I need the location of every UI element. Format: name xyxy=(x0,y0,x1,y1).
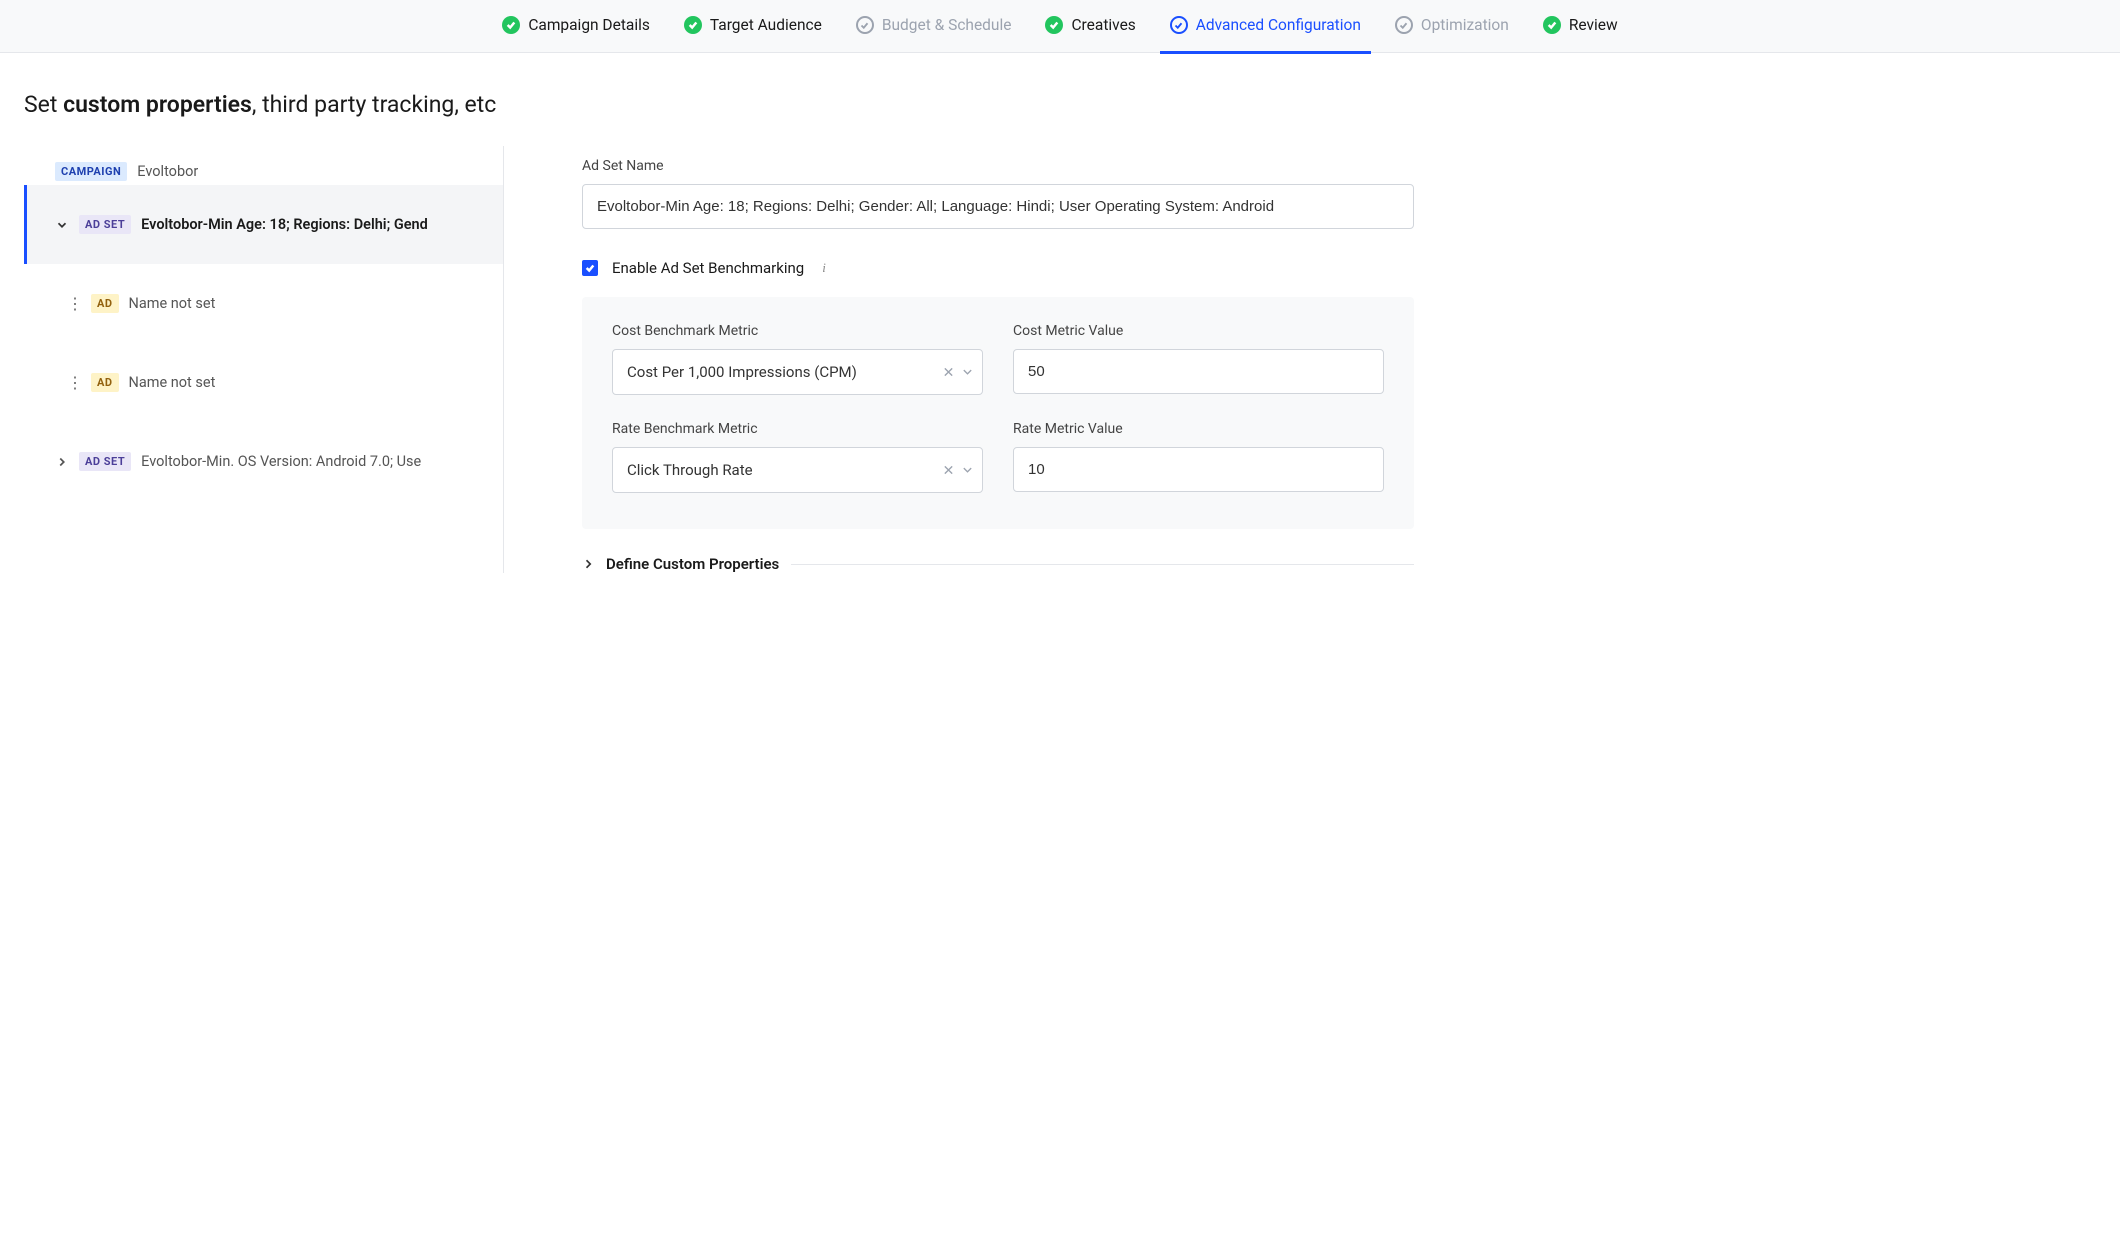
adset-badge: AD SET xyxy=(79,215,131,234)
empty-check-icon xyxy=(1395,16,1413,34)
campaign-name: Evoltobor xyxy=(137,163,198,180)
more-vertical-icon[interactable]: ⋮ xyxy=(67,375,81,391)
step-optimization[interactable]: Optimization xyxy=(1395,16,1509,36)
rate-metric-label: Rate Benchmark Metric xyxy=(612,421,983,437)
step-review[interactable]: Review xyxy=(1543,16,1618,36)
cost-metric-select[interactable]: Cost Per 1,000 Impressions (CPM) xyxy=(612,349,983,395)
benchmark-panel: Cost Benchmark Metric Cost Per 1,000 Imp… xyxy=(582,297,1414,529)
tree-adset-row[interactable]: AD SET Evoltobor-Min Age: 18; Regions: D… xyxy=(24,185,503,264)
cost-value-label: Cost Metric Value xyxy=(1013,323,1384,339)
custom-properties-toggle[interactable]: Define Custom Properties xyxy=(582,555,1414,573)
custom-properties-label: Define Custom Properties xyxy=(606,555,779,573)
step-campaign-details[interactable]: Campaign Details xyxy=(502,16,650,36)
more-vertical-icon[interactable]: ⋮ xyxy=(67,296,81,312)
cost-value-input[interactable] xyxy=(1013,349,1384,394)
check-icon xyxy=(684,16,702,34)
cost-metric-label: Cost Benchmark Metric xyxy=(612,323,983,339)
check-icon xyxy=(1543,16,1561,34)
empty-check-icon xyxy=(856,16,874,34)
chevron-right-icon xyxy=(582,558,594,570)
check-icon xyxy=(1045,16,1063,34)
benchmark-label: Enable Ad Set Benchmarking xyxy=(612,259,804,277)
step-label: Creatives xyxy=(1071,16,1135,34)
benchmark-checkbox-row[interactable]: Enable Ad Set Benchmarking i xyxy=(582,259,1414,277)
page-title: Set custom properties, third party track… xyxy=(0,53,2120,146)
step-creatives[interactable]: Creatives xyxy=(1045,16,1135,36)
rate-value-label: Rate Metric Value xyxy=(1013,421,1384,437)
ad-badge: AD xyxy=(91,294,119,313)
tree-ad-row[interactable]: ⋮ AD Name not set xyxy=(24,264,503,343)
campaign-tree-sidebar: CAMPAIGN Evoltobor AD SET Evoltobor-Min … xyxy=(24,146,504,573)
adset-name: Evoltobor-Min Age: 18; Regions: Delhi; G… xyxy=(141,216,428,233)
adset-name-label: Ad Set Name xyxy=(582,158,1414,174)
chevron-down-icon xyxy=(55,218,69,232)
step-label: Optimization xyxy=(1421,16,1509,34)
step-target-audience[interactable]: Target Audience xyxy=(684,16,822,36)
clear-icon[interactable] xyxy=(943,465,954,476)
info-icon[interactable]: i xyxy=(822,260,826,276)
step-label: Campaign Details xyxy=(528,16,650,34)
adset-badge: AD SET xyxy=(79,452,131,471)
step-label: Advanced Configuration xyxy=(1196,16,1361,34)
adset-form: Ad Set Name Enable Ad Set Benchmarking i… xyxy=(504,146,1414,573)
tree-adset-row[interactable]: AD SET Evoltobor-Min. OS Version: Androi… xyxy=(24,422,503,501)
active-check-icon xyxy=(1170,16,1188,34)
ad-name: Name not set xyxy=(129,374,216,391)
adset-name-input[interactable] xyxy=(582,184,1414,229)
step-label: Budget & Schedule xyxy=(882,16,1012,34)
rate-metric-select[interactable]: Click Through Rate xyxy=(612,447,983,493)
wizard-stepper: Campaign Details Target Audience Budget … xyxy=(0,0,2120,53)
step-label: Review xyxy=(1569,16,1618,34)
step-budget-schedule[interactable]: Budget & Schedule xyxy=(856,16,1012,36)
ad-badge: AD xyxy=(91,373,119,392)
chevron-down-icon[interactable] xyxy=(962,367,973,378)
step-advanced-configuration[interactable]: Advanced Configuration xyxy=(1170,16,1361,36)
adset-name: Evoltobor-Min. OS Version: Android 7.0; … xyxy=(141,453,421,470)
chevron-down-icon[interactable] xyxy=(962,465,973,476)
campaign-badge: CAMPAIGN xyxy=(55,162,127,181)
tree-campaign-row[interactable]: CAMPAIGN Evoltobor xyxy=(24,158,503,185)
chevron-right-icon xyxy=(55,455,69,469)
rate-value-input[interactable] xyxy=(1013,447,1384,492)
check-icon xyxy=(502,16,520,34)
ad-name: Name not set xyxy=(129,295,216,312)
checkbox-checked-icon[interactable] xyxy=(582,260,598,276)
divider xyxy=(791,564,1414,565)
step-label: Target Audience xyxy=(710,16,822,34)
tree-ad-row[interactable]: ⋮ AD Name not set xyxy=(24,343,503,422)
clear-icon[interactable] xyxy=(943,367,954,378)
